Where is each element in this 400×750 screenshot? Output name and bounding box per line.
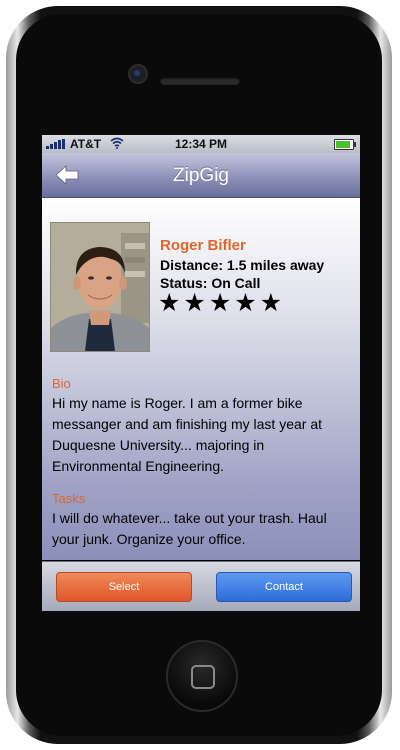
bio-text: Hi my name is Roger. I am a former bike … — [52, 395, 323, 474]
select-button[interactable]: Select — [56, 572, 192, 602]
rating-stars-icon: ★★★★★ — [158, 289, 286, 317]
home-button[interactable] — [166, 640, 238, 712]
profile-name: Roger Bifler — [160, 237, 246, 254]
page-title: ZipGig — [173, 165, 229, 186]
profile-distance: Distance: 1.5 miles away — [160, 257, 325, 273]
contact-button[interactable]: Contact — [216, 572, 352, 602]
profile-photo — [50, 222, 150, 352]
tasks-heading: Tasks — [52, 491, 86, 506]
front-camera — [128, 64, 148, 84]
earpiece-speaker — [160, 77, 240, 85]
status-bar: AT&T 12:34 PM — [42, 135, 360, 153]
navigation-bar: ZipGig — [42, 153, 360, 198]
status-time: 12:34 PM — [174, 137, 228, 151]
tasks-text: I will do whatever... take out your tras… — [52, 510, 327, 547]
battery-icon — [334, 139, 356, 150]
bio-heading: Bio — [52, 376, 71, 391]
screen: AT&T 12:34 PM ZipGig Roger Bifler Distan… — [42, 135, 360, 611]
home-square-icon — [191, 665, 215, 689]
profile-photo-image — [51, 223, 149, 351]
bottom-toolbar: Select Contact — [42, 561, 360, 611]
profile-content: Roger Bifler Distance: 1.5 miles away St… — [42, 198, 360, 560]
